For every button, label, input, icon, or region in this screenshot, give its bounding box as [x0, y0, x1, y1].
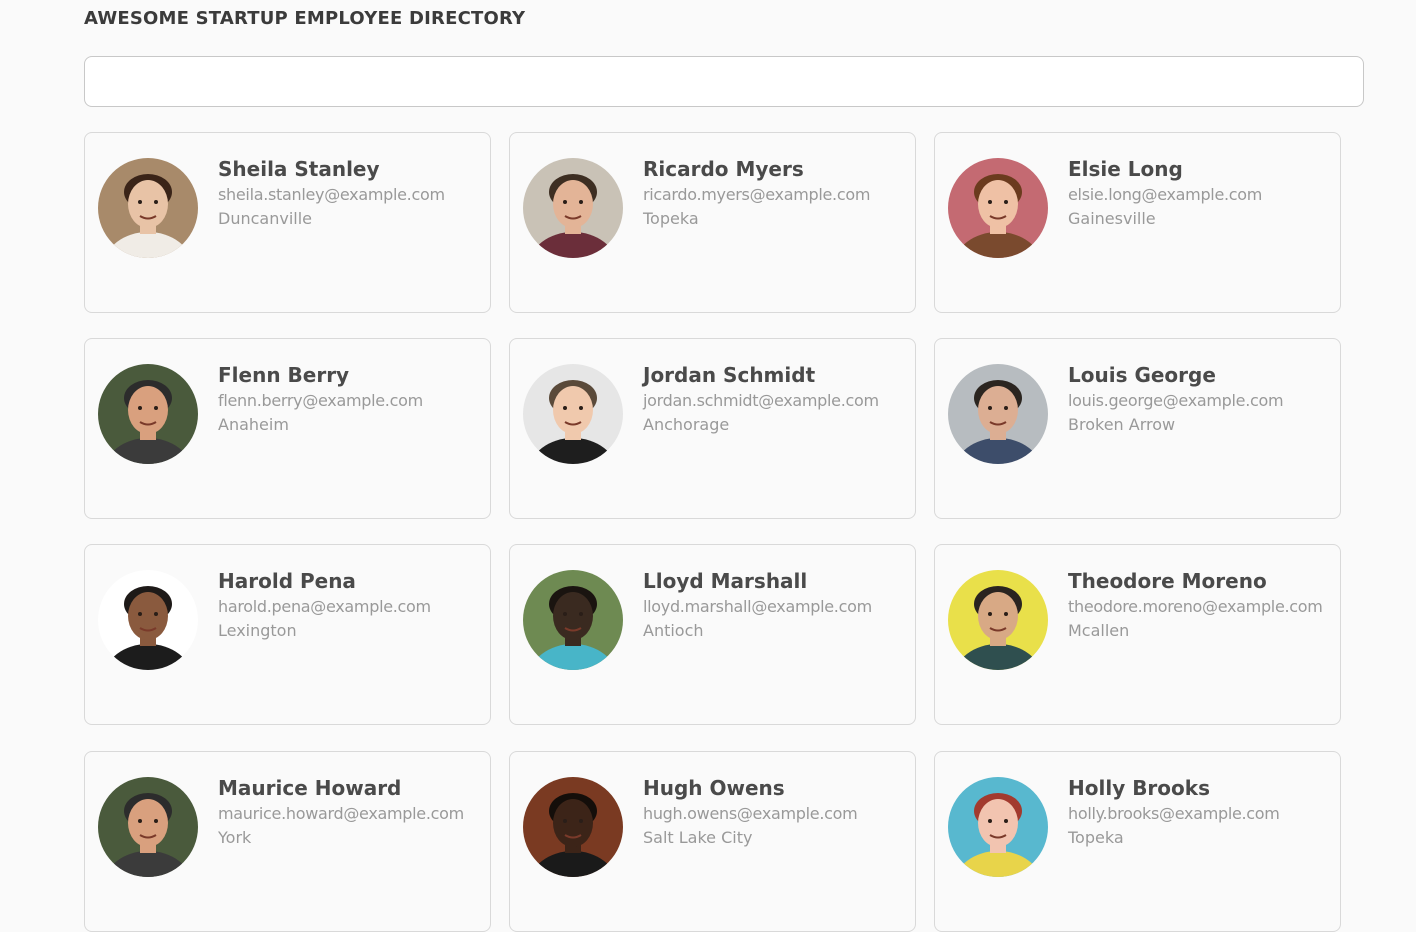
- employee-info: Hugh Owens hugh.owens@example.com Salt Lak…: [643, 774, 909, 850]
- employee-card[interactable]: Maurice Howard maurice.howard@example.com…: [84, 751, 491, 932]
- employee-city: Salt Lake City: [643, 828, 753, 847]
- avatar: [523, 777, 623, 877]
- employee-city: Anchorage: [643, 415, 730, 434]
- employee-name: Louis George: [1068, 363, 1216, 387]
- directory-page: AWESOME STARTUP EMPLOYEE DIRECTORY Sheil…: [0, 0, 1416, 932]
- search-input[interactable]: [84, 56, 1364, 107]
- employee-city: Topeka: [1068, 828, 1124, 847]
- employee-info: Ricardo Myers ricardo.myers@example.com To…: [643, 155, 909, 231]
- employee-name: Lloyd Marshall: [643, 569, 808, 593]
- employee-card[interactable]: Elsie Long elsie.long@example.com Gainesvi…: [934, 132, 1341, 313]
- employee-name: Jordan Schmidt: [643, 363, 816, 387]
- employee-email: hugh.owens@example.com: [643, 804, 858, 823]
- employee-email: sheila.stanley@example.com: [218, 185, 445, 204]
- employee-email: harold.pena@example.com: [218, 597, 431, 616]
- employee-card[interactable]: Jordan Schmidt jordan.schmidt@example.com…: [509, 338, 916, 519]
- employee-city: Duncanville: [218, 209, 312, 228]
- avatar: [948, 158, 1048, 258]
- employee-info: Maurice Howard maurice.howard@example.com…: [218, 774, 484, 850]
- employee-email: maurice.howard@example.com: [218, 804, 464, 823]
- avatar: [98, 364, 198, 464]
- avatar: [98, 158, 198, 258]
- employee-name: Ricardo Myers: [643, 157, 804, 181]
- employee-card[interactable]: Flenn Berry flenn.berry@example.com Anahei…: [84, 338, 491, 519]
- employee-name: Harold Pena: [218, 569, 356, 593]
- employee-card[interactable]: Holly Brooks holly.brooks@example.com Tope…: [934, 751, 1341, 932]
- avatar: [948, 364, 1048, 464]
- avatar: [98, 777, 198, 877]
- employee-email: jordan.schmidt@example.com: [643, 391, 879, 410]
- employee-card[interactable]: Hugh Owens hugh.owens@example.com Salt Lak…: [509, 751, 916, 932]
- employee-info: Theodore Moreno theodore.moreno@example.c…: [1068, 567, 1334, 643]
- employee-card[interactable]: Harold Pena harold.pena@example.com Lexing…: [84, 544, 491, 725]
- employee-name: Flenn Berry: [218, 363, 350, 387]
- employee-card[interactable]: Sheila Stanley sheila.stanley@example.com…: [84, 132, 491, 313]
- employee-city: Antioch: [643, 621, 704, 640]
- employee-info: Holly Brooks holly.brooks@example.com Tope…: [1068, 774, 1334, 850]
- employee-city: Topeka: [643, 209, 699, 228]
- avatar: [523, 570, 623, 670]
- avatar: [523, 158, 623, 258]
- employee-city: Mcallen: [1068, 621, 1130, 640]
- employee-name: Elsie Long: [1068, 157, 1183, 181]
- employee-name: Sheila Stanley: [218, 157, 380, 181]
- employee-city: Anaheim: [218, 415, 289, 434]
- employee-email: louis.george@example.com: [1068, 391, 1284, 410]
- employee-info: Sheila Stanley sheila.stanley@example.com…: [218, 155, 484, 231]
- employee-name: Theodore Moreno: [1068, 569, 1267, 593]
- employee-email: ricardo.myers@example.com: [643, 185, 871, 204]
- employee-card[interactable]: Ricardo Myers ricardo.myers@example.com To…: [509, 132, 916, 313]
- employee-info: Harold Pena harold.pena@example.com Lexing…: [218, 567, 484, 643]
- avatar: [523, 364, 623, 464]
- employee-city: Gainesville: [1068, 209, 1156, 228]
- employee-email: lloyd.marshall@example.com: [643, 597, 872, 616]
- employee-info: Flenn Berry flenn.berry@example.com Anahei…: [218, 361, 484, 437]
- employee-email: flenn.berry@example.com: [218, 391, 423, 410]
- employee-info: Jordan Schmidt jordan.schmidt@example.com…: [643, 361, 909, 437]
- employee-info: Elsie Long elsie.long@example.com Gainesvi…: [1068, 155, 1334, 231]
- employee-city: Broken Arrow: [1068, 415, 1176, 434]
- employee-email: holly.brooks@example.com: [1068, 804, 1280, 823]
- page-title: AWESOME STARTUP EMPLOYEE DIRECTORY: [84, 8, 526, 29]
- employee-info: Lloyd Marshall lloyd.marshall@example.com…: [643, 567, 909, 643]
- avatar: [948, 777, 1048, 877]
- employee-card[interactable]: Theodore Moreno theodore.moreno@example.c…: [934, 544, 1341, 725]
- employee-name: Maurice Howard: [218, 776, 402, 800]
- employee-card[interactable]: Lloyd Marshall lloyd.marshall@example.com…: [509, 544, 916, 725]
- employee-name: Hugh Owens: [643, 776, 785, 800]
- avatar: [98, 570, 198, 670]
- employee-email: elsie.long@example.com: [1068, 185, 1263, 204]
- employee-city: York: [218, 828, 252, 847]
- employee-email: theodore.moreno@example.com: [1068, 597, 1323, 616]
- employee-city: Lexington: [218, 621, 297, 640]
- employee-card[interactable]: Louis George louis.george@example.com Brok…: [934, 338, 1341, 519]
- employee-name: Holly Brooks: [1068, 776, 1210, 800]
- avatar: [948, 570, 1048, 670]
- employee-info: Louis George louis.george@example.com Brok…: [1068, 361, 1334, 437]
